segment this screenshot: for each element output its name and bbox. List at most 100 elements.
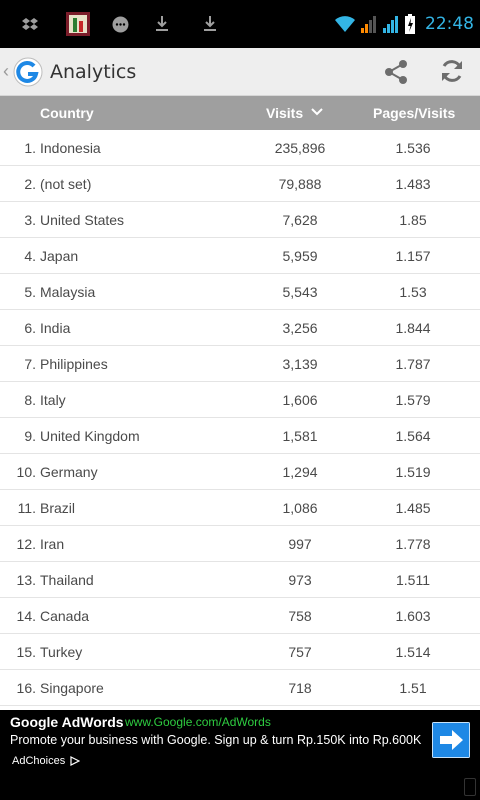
- table-row[interactable]: 16. Singapore 718 1.51: [0, 670, 480, 706]
- row-country: Iran: [40, 536, 65, 552]
- row-rank: 2.: [24, 176, 36, 192]
- status-right-icons: 22:48: [335, 10, 474, 38]
- row-rank: 11.: [17, 500, 36, 516]
- app-notification-icon: [66, 12, 90, 36]
- table-row[interactable]: 4. Japan 5,959 1.157: [0, 238, 480, 274]
- row-pages-per-visit: 1.519: [395, 464, 431, 480]
- row-rank: 16.: [16, 680, 36, 696]
- row-rank: 10.: [16, 464, 36, 480]
- share-icon[interactable]: [382, 58, 410, 86]
- row-visits: 718: [288, 680, 312, 696]
- status-bar: 22:48: [0, 0, 480, 48]
- play-triangle-icon: [70, 756, 81, 767]
- row-country: India: [40, 320, 71, 336]
- table-row[interactable]: 7. Philippines 3,139 1.787: [0, 346, 480, 382]
- row-pages-per-visit: 1.603: [395, 608, 431, 624]
- refresh-icon[interactable]: [438, 57, 466, 85]
- ad-text[interactable]: Promote your business with Google. Sign …: [10, 733, 421, 747]
- row-pages-per-visit: 1.483: [395, 176, 431, 192]
- row-country: Italy: [40, 392, 66, 408]
- table-row[interactable]: 1. Indonesia 235,896 1.536: [0, 130, 480, 166]
- download-icon: [156, 16, 168, 31]
- row-rank: 15.: [16, 644, 36, 660]
- table-row[interactable]: 11. Brazil 1,086 1.485: [0, 490, 480, 526]
- signal-icon: [383, 16, 398, 33]
- table-row[interactable]: 6. India 3,256 1.844: [0, 310, 480, 346]
- ad-title[interactable]: Google AdWords: [10, 714, 124, 730]
- chat-bubble-icon: [112, 16, 129, 33]
- row-visits: 997: [288, 536, 312, 552]
- table-row[interactable]: 14. Canada 758 1.603: [0, 598, 480, 634]
- row-visits: 5,543: [282, 284, 318, 300]
- table-row[interactable]: 5. Malaysia 5,543 1.53: [0, 274, 480, 310]
- table-row[interactable]: 3. United States 7,628 1.85: [0, 202, 480, 238]
- ad-choices[interactable]: AdChoices: [12, 755, 81, 767]
- row-visits: 1,086: [282, 500, 318, 516]
- table-row[interactable]: 10. Germany 1,294 1.519: [0, 454, 480, 490]
- table-row[interactable]: 9. United Kingdom 1,581 1.564: [0, 418, 480, 454]
- analytics-logo[interactable]: [13, 57, 43, 87]
- row-visits: 5,959: [282, 248, 318, 264]
- table-row[interactable]: 15. Turkey 757 1.514: [0, 634, 480, 670]
- row-rank: 7.: [24, 356, 36, 372]
- row-country: Thailand: [40, 572, 94, 588]
- column-header-visits[interactable]: Visits: [266, 105, 303, 121]
- row-visits: 3,256: [282, 320, 318, 336]
- row-country: Japan: [40, 248, 79, 264]
- table-row[interactable]: 2. (not set) 79,888 1.483: [0, 166, 480, 202]
- ad-url[interactable]: www.Google.com/AdWords: [125, 715, 271, 729]
- row-country: Turkey: [40, 644, 83, 660]
- table-row[interactable]: 13. Thailand 973 1.511: [0, 562, 480, 598]
- download-icon: [204, 16, 216, 31]
- row-country: Philippines: [40, 356, 108, 372]
- row-rank: 12.: [16, 536, 36, 552]
- row-rank: 9.: [24, 428, 36, 444]
- row-country: Canada: [40, 608, 90, 624]
- row-country: Indonesia: [40, 140, 101, 156]
- row-pages-per-visit: 1.536: [395, 140, 431, 156]
- row-rank: 13.: [16, 572, 36, 588]
- row-visits: 235,896: [274, 140, 326, 156]
- column-header-pages-per-visit[interactable]: Pages/Visits: [373, 105, 455, 121]
- country-table: 1. Indonesia 235,896 1.536 2. (not set) 79,888…: [0, 130, 480, 710]
- battery-icon: [405, 14, 415, 34]
- row-visits: 79,888: [278, 176, 322, 192]
- clock: 22:48: [425, 14, 474, 34]
- table-row[interactable]: 12. Iran 997 1.778: [0, 526, 480, 562]
- row-pages-per-visit: 1.157: [395, 248, 431, 264]
- row-pages-per-visit: 1.511: [396, 572, 430, 588]
- table-row[interactable]: 8. Italy 1,606 1.579: [0, 382, 480, 418]
- row-pages-per-visit: 1.778: [395, 536, 431, 552]
- dropbox-icon: [22, 18, 38, 30]
- ad-banner[interactable]: Google AdWords www.Google.com/AdWords Pr…: [0, 710, 480, 776]
- up-caret-icon[interactable]: ‹: [3, 61, 9, 82]
- column-header-country[interactable]: Country: [40, 105, 94, 121]
- row-pages-per-visit: 1.85: [399, 212, 427, 228]
- row-rank: 3.: [24, 212, 36, 228]
- bottom-strip: [0, 776, 480, 800]
- row-visits: 757: [288, 644, 312, 660]
- row-visits: 1,294: [282, 464, 318, 480]
- row-pages-per-visit: 1.51: [399, 680, 427, 696]
- row-visits: 1,606: [282, 392, 318, 408]
- row-pages-per-visit: 1.564: [395, 428, 431, 444]
- row-visits: 973: [288, 572, 312, 588]
- chevron-down-icon[interactable]: [311, 108, 323, 116]
- table-header: Country Visits Pages/Visits: [0, 96, 480, 130]
- ad-choices-label[interactable]: AdChoices: [12, 755, 65, 767]
- row-country: Malaysia: [40, 284, 96, 300]
- row-country: United States: [40, 212, 125, 228]
- arrow-right-icon[interactable]: [432, 722, 470, 758]
- row-pages-per-visit: 1.485: [395, 500, 431, 516]
- row-country: Germany: [40, 464, 98, 480]
- row-pages-per-visit: 1.514: [395, 644, 431, 660]
- row-country: United Kingdom: [40, 428, 140, 444]
- row-country: Singapore: [40, 680, 104, 696]
- row-visits: 3,139: [282, 356, 318, 372]
- overflow-menu-icon[interactable]: [464, 778, 476, 796]
- row-rank: 5.: [24, 284, 36, 300]
- page-title: Analytics: [50, 61, 137, 83]
- row-rank: 14.: [16, 608, 36, 624]
- row-country: Brazil: [40, 500, 76, 516]
- row-pages-per-visit: 1.579: [395, 392, 431, 408]
